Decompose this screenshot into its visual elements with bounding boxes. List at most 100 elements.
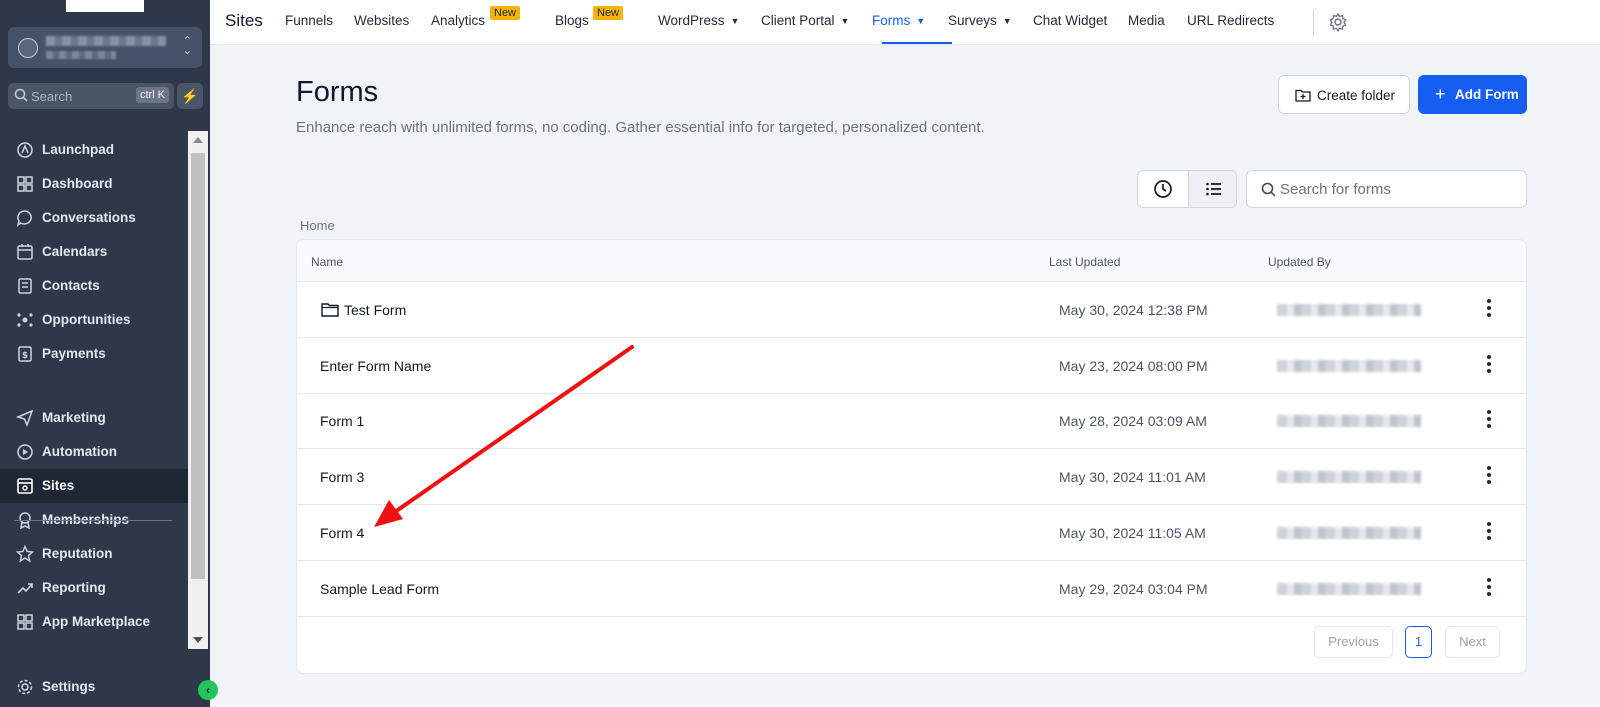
row-name[interactable]: Enter Form Name [320, 358, 431, 374]
row-updated-by-redacted [1277, 359, 1421, 372]
tab-label: Blogs [555, 13, 589, 28]
tab-media[interactable]: Media [1128, 13, 1165, 28]
add-form-button[interactable]: + Add Form [1418, 75, 1527, 114]
sidebar-search[interactable]: Search ctrl K [8, 83, 174, 109]
sidebar-item-contacts[interactable]: Contacts [0, 269, 188, 303]
sidebar-item-label: Launchpad [42, 142, 115, 157]
pagination-previous-button[interactable]: Previous [1314, 626, 1393, 658]
tab-label: Funnels [285, 13, 334, 28]
chevron-down-icon: ▼ [840, 16, 850, 26]
divider [1313, 10, 1314, 36]
sidebar-item-calendars[interactable]: Calendars [0, 235, 188, 269]
sidebar-item-launchpad[interactable]: Launchpad [0, 133, 188, 167]
launchpad-icon [17, 142, 33, 158]
forms-table: Name Last Updated Updated By Test Form Ma… [296, 239, 1527, 674]
scroll-down-arrow-icon[interactable] [193, 637, 203, 643]
scrollbar-thumb[interactable] [191, 153, 205, 579]
sidebar-item-app-marketplace[interactable]: App Marketplace [0, 605, 188, 639]
search-shortcut-hint: ctrl K [135, 87, 169, 103]
tab-label: Media [1128, 13, 1165, 28]
tab-label: URL Redirects [1187, 13, 1275, 28]
sidebar-item-label: Sites [42, 478, 75, 493]
table-row[interactable]: Sample Lead Form May 29, 2024 03:04 PM [297, 561, 1526, 617]
company-logo [66, 0, 144, 12]
chevron-down-icon: ▼ [1002, 16, 1012, 26]
row-last-updated: May 23, 2024 08:00 PM [1059, 357, 1208, 374]
create-folder-label: Create folder [1317, 88, 1396, 103]
gear-icon [17, 679, 33, 695]
sidebar-item-sites[interactable]: Sites [0, 469, 188, 503]
sidebar-item-reputation[interactable]: Reputation [0, 537, 188, 571]
table-row[interactable]: Form 4 May 30, 2024 11:05 AM [297, 505, 1526, 561]
tab-analytics[interactable]: Analytics [431, 13, 485, 28]
sidebar-item-label: Settings [42, 679, 96, 694]
tab-forms[interactable]: Forms ▼ [872, 13, 925, 28]
quick-action-bolt-icon[interactable]: ⚡ [177, 83, 203, 109]
scroll-up-arrow-icon[interactable] [193, 137, 203, 143]
row-updated-by-redacted [1277, 415, 1421, 428]
settings-gear-icon[interactable] [1328, 12, 1348, 32]
create-folder-button[interactable]: Create folder [1278, 75, 1410, 114]
star-icon [16, 545, 34, 563]
chevron-updown-icon: ⌃ ⌄ [182, 35, 192, 57]
tab-funnels[interactable]: Funnels [285, 13, 333, 28]
tab-surveys[interactable]: Surveys ▼ [948, 13, 1012, 28]
sidebar-item-label: Reporting [42, 580, 106, 595]
sidebar-item-settings[interactable]: Settings [0, 670, 188, 704]
svg-text:$: $ [22, 351, 28, 361]
sidebar-item-reporting[interactable]: Reporting [0, 571, 188, 605]
pagination-next-button[interactable]: Next [1445, 626, 1500, 658]
sidebar-item-label: Contacts [42, 278, 100, 293]
plus-icon: + [1435, 84, 1446, 104]
row-name[interactable]: Test Form [344, 302, 406, 318]
account-address-redacted [46, 51, 116, 59]
sidebar-divider [14, 520, 172, 521]
row-updated-by-redacted [1277, 471, 1421, 484]
column-header-name: Name [311, 255, 344, 269]
collapse-sidebar-button[interactable]: ‹ [198, 680, 218, 700]
sidebar-item-dashboard[interactable]: Dashboard [0, 167, 188, 201]
sidebar-scrollbar[interactable] [188, 131, 208, 649]
tab-blogs[interactable]: Blogs [555, 13, 589, 28]
trend-icon [17, 583, 33, 594]
recent-view-button[interactable] [1138, 171, 1188, 207]
more-options-icon[interactable] [1483, 354, 1495, 376]
table-row[interactable]: Test Form May 30, 2024 12:38 PM [297, 282, 1526, 338]
folder-icon [321, 303, 339, 317]
sidebar-item-label: Opportunities [42, 312, 131, 327]
calendar-icon [17, 244, 33, 260]
payments-icon: $ [18, 346, 32, 362]
row-name[interactable]: Form 3 [320, 469, 364, 485]
more-options-icon[interactable] [1483, 298, 1495, 320]
sidebar-item-payments[interactable]: $ Payments [0, 337, 188, 371]
sites-icon [17, 478, 33, 494]
sidebar-item-label: Payments [42, 346, 106, 361]
sidebar-item-marketing[interactable]: Marketing [0, 401, 188, 435]
sidebar-item-opportunities[interactable]: Opportunities [0, 303, 188, 337]
forms-search-input[interactable]: Search for forms [1246, 170, 1527, 208]
list-view-button[interactable] [1188, 171, 1236, 207]
tab-client-portal[interactable]: Client Portal ▼ [761, 13, 849, 28]
tab-websites[interactable]: Websites [354, 13, 409, 28]
row-name[interactable]: Form 1 [320, 413, 364, 429]
account-switcher[interactable]: ⌃ ⌄ [8, 27, 202, 68]
row-name[interactable]: Form 4 [320, 525, 364, 541]
sidebar-item-conversations[interactable]: Conversations [0, 201, 188, 235]
table-header: Name Last Updated Updated By [297, 240, 1526, 282]
table-row[interactable]: Form 3 May 30, 2024 11:01 AM [297, 449, 1526, 506]
breadcrumb[interactable]: Home [300, 218, 335, 233]
tab-url-redirects[interactable]: URL Redirects [1187, 13, 1274, 28]
page-title: Forms [296, 76, 379, 108]
table-row[interactable]: Enter Form Name May 23, 2024 08:00 PM [297, 338, 1526, 394]
tab-label: Client Portal [761, 13, 835, 28]
more-options-icon[interactable] [1483, 577, 1495, 599]
pagination-page-1[interactable]: 1 [1405, 626, 1432, 658]
more-options-icon[interactable] [1483, 521, 1495, 543]
sidebar-item-automation[interactable]: Automation [0, 435, 188, 469]
tab-chat-widget[interactable]: Chat Widget [1033, 13, 1107, 28]
tab-wordpress[interactable]: WordPress ▼ [658, 13, 739, 28]
table-row[interactable]: Form 1 May 28, 2024 03:09 AM [297, 393, 1526, 450]
more-options-icon[interactable] [1483, 409, 1495, 431]
more-options-icon[interactable] [1483, 465, 1495, 487]
row-name[interactable]: Sample Lead Form [320, 581, 439, 597]
